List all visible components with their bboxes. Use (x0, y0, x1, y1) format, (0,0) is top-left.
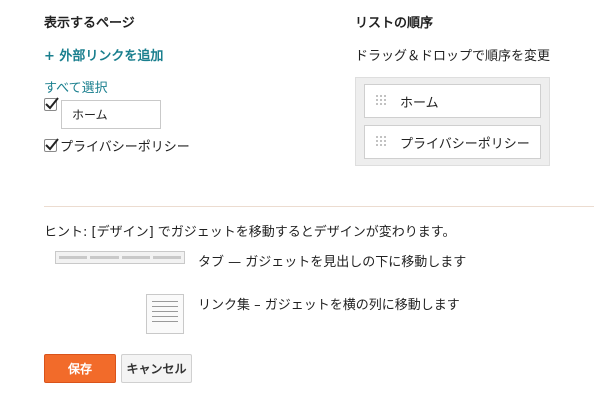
order-list: ホーム プライバシーポリシー (355, 77, 550, 166)
order-item-home[interactable]: ホーム (364, 84, 541, 118)
order-item-privacy[interactable]: プライバシーポリシー (364, 125, 541, 159)
drag-handle-icon[interactable] (376, 136, 388, 148)
hint-text: ヒント: [デザイン] でガジェットを移動するとデザインが変わります。 (44, 225, 456, 240)
order-subheading: ドラッグ＆ドロップで順序を変更 (355, 49, 551, 64)
pages-heading: 表示するページ (44, 16, 135, 31)
select-all-link[interactable]: すべて選択 (44, 77, 108, 96)
tab-option-text: タブ — ガジェットを見出しの下に移動します (198, 255, 467, 270)
cancel-button[interactable]: キャンセル (121, 354, 192, 383)
order-item-label: ホーム (400, 95, 439, 111)
list-layout-icon (146, 294, 184, 334)
add-external-link[interactable]: + 外部リンクを追加 (44, 45, 163, 64)
list-option-text: リンク集 – ガジェットを横の列に移動します (198, 298, 460, 313)
tab-layout-icon (55, 251, 185, 264)
section-divider (44, 206, 594, 207)
home-page-title-input[interactable] (61, 100, 161, 129)
checkbox-checked-icon[interactable] (44, 97, 59, 111)
order-heading: リストの順序 (355, 16, 434, 31)
privacy-checkbox[interactable] (44, 138, 59, 152)
page-item-privacy: プライバシーポリシー (44, 136, 190, 155)
privacy-page-label: プライバシーポリシー (60, 140, 190, 155)
page-checkbox-home[interactable] (44, 97, 59, 115)
order-item-label: プライバシーポリシー (400, 136, 530, 152)
save-button[interactable]: 保存 (44, 354, 116, 383)
drag-handle-icon[interactable] (376, 95, 388, 107)
